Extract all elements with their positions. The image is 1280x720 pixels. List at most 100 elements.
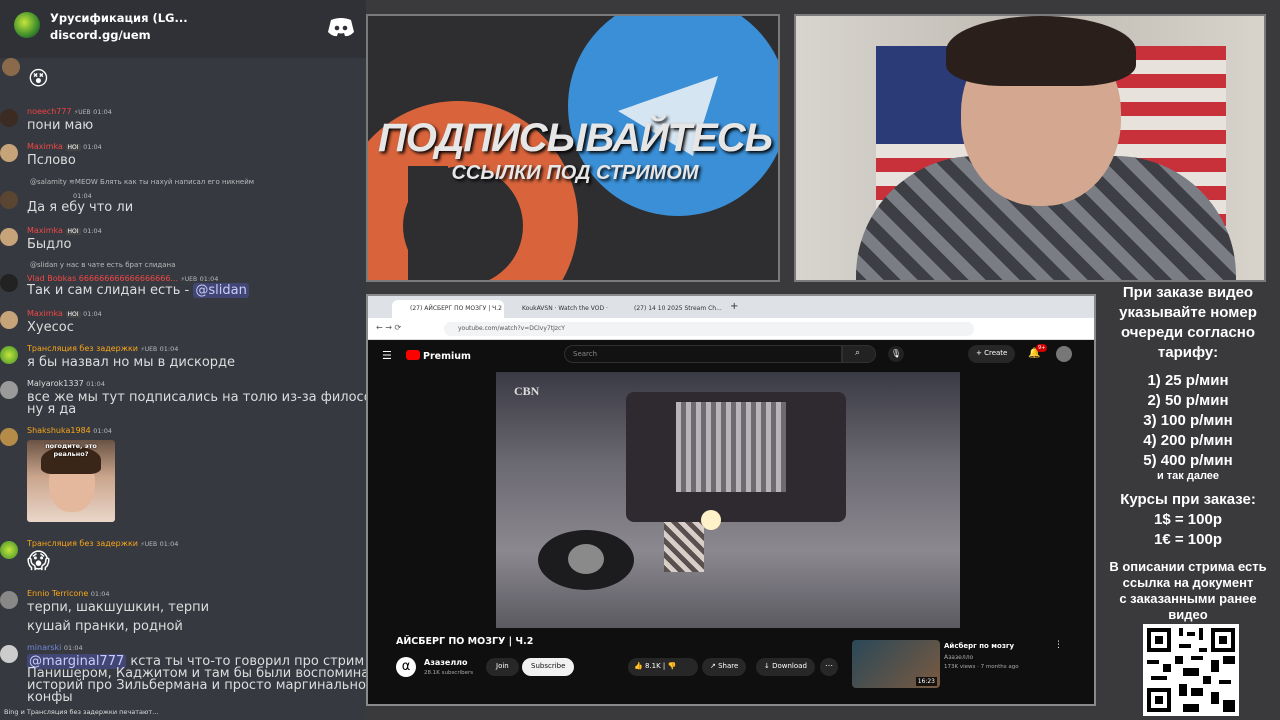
user-badge: ⚡UEB (180, 276, 198, 283)
browser-tab[interactable]: (27) 14 10 2025 Stream Ch... (616, 300, 728, 318)
download-label: Download (772, 662, 807, 670)
video-title: АЙСБЕРГ ПО МОЗГУ | Ч.2 (396, 636, 534, 647)
message-author: Ennio Terricone (27, 589, 89, 598)
account-avatar[interactable] (1056, 346, 1072, 362)
promo-title: ПОДПИСЫВАЙТЕСЬ (377, 116, 773, 160)
info-text: В описании стрима есть (1109, 559, 1267, 574)
message-text: Хуесос (27, 320, 74, 335)
tariff-item: 3) 100 р/мин (1143, 412, 1233, 429)
message-text: конфы (27, 690, 73, 705)
subscribe-button[interactable]: Subscribe (522, 658, 575, 676)
more-options-icon[interactable]: ⋮ (1054, 640, 1063, 650)
reply-preview: @slidan у нас в чате есть брат слидана (30, 261, 176, 269)
message-text: Так и сам слидан есть - (27, 283, 194, 298)
emoji-reaction: 😱 (27, 549, 50, 574)
message-text: ну я да (27, 402, 77, 417)
avatar (0, 191, 18, 209)
like-count: 8.1K (644, 662, 661, 670)
recommended-thumbnail[interactable]: 16:23 (852, 640, 940, 688)
avatar (0, 591, 18, 609)
user-badge: ⚡UEB (140, 346, 158, 353)
message-time: 01:04 (86, 380, 105, 388)
channel-avatar[interactable]: α (396, 657, 416, 677)
info-text: тарифу: (1157, 344, 1219, 361)
message-text: Пслово (27, 153, 76, 168)
video-watermark: CBN (514, 384, 540, 398)
recommended-title[interactable]: Айсберг по мозгу (944, 642, 1014, 650)
message-time: 01:04 (93, 427, 113, 435)
mechanic (664, 522, 704, 572)
meme-image[interactable]: погодите, это реально? (27, 440, 115, 522)
user-mention[interactable]: @slidan (193, 283, 249, 298)
search-button[interactable]: ⌕ (842, 345, 876, 363)
new-tab-button[interactable]: + (730, 301, 738, 312)
nav-arrows-icon[interactable]: ← → ⟳ (376, 323, 401, 332)
avatar (0, 109, 18, 127)
rates-title: Курсы при заказе: (1120, 491, 1256, 508)
user-badge: HOI (65, 144, 81, 151)
info-text: с заказанными ранее (1119, 591, 1257, 606)
info-text: видео (1168, 607, 1208, 622)
avatar (0, 228, 18, 246)
emoji-reaction: 😵 (28, 66, 49, 90)
avatar (0, 428, 18, 446)
avatar (0, 645, 18, 663)
video-player[interactable]: CBN (496, 372, 960, 628)
create-button[interactable]: + Create (968, 345, 1016, 363)
download-button[interactable]: ↓ Download (756, 658, 815, 676)
message-author: Maximka (27, 142, 63, 151)
user-badge: ⚡UEB (74, 109, 91, 116)
join-button[interactable]: Join (486, 658, 519, 676)
server-invite: discord.gg/uem (50, 28, 151, 42)
youtube-premium-logo[interactable]: Premium (423, 351, 471, 362)
tab-strip: (27) АЙСБЕРГ ПО МОЗГУ | Ч.2 KoukAVSN · W… (368, 296, 1094, 318)
share-button[interactable]: ↗ Share (702, 658, 747, 676)
info-text: очереди согласно (1120, 324, 1256, 341)
tariff-item: 5) 400 р/мин (1143, 452, 1233, 469)
browser-tab[interactable]: KoukAVSN · Watch the VOD · (504, 300, 616, 318)
address-bar[interactable]: youtube.com/watch?v=DCIvy7tJzcY (444, 322, 974, 336)
promo-subtitle: ССЫЛКИ ПОД СТРИМОМ (451, 162, 699, 184)
user-badge: HOI (65, 228, 81, 235)
create-label: Create (984, 349, 1008, 357)
info-text: ссылка на документ (1122, 575, 1254, 590)
browser-tab[interactable]: (27) АЙСБЕРГ ПО МОЗГУ | Ч.2 (392, 300, 504, 318)
menu-icon[interactable]: ☰ (382, 349, 392, 362)
message-author: minarski (27, 643, 62, 652)
message-author: Трансляция без задержки (27, 344, 138, 353)
share-label: Share (718, 662, 739, 670)
message-time: 01:04 (73, 192, 92, 200)
message-text: историй про Зильбермана и просто маргина… (27, 678, 366, 693)
like-button[interactable]: 👍 8.1K | 👎 (628, 658, 698, 676)
qr-code (1143, 624, 1239, 716)
tariff-item: 4) 200 р/мин (1143, 432, 1233, 449)
search-icon: ⌕ (855, 348, 861, 358)
image-caption: погодите, это реально? (45, 442, 97, 458)
message-author: Трансляция без задержки (27, 539, 138, 548)
message-text: терпи, шакшушкин, терпи (27, 600, 210, 615)
message-text: я бы назвал но мы в дискорде (27, 355, 236, 370)
discord-logo-icon (328, 18, 354, 37)
channel-name[interactable]: Азазелло (424, 658, 468, 667)
more-actions-button[interactable]: ⋯ (820, 658, 838, 676)
youtube-logo-icon[interactable] (406, 350, 420, 360)
message-time: 01:04 (159, 345, 179, 353)
info-text: указывайте номер (1119, 304, 1257, 321)
message-author: Shakshuka1984 (27, 426, 91, 435)
webcam-feed (794, 14, 1266, 282)
server-avatar (14, 12, 40, 38)
user-badge: HOI (65, 311, 81, 318)
avatar (0, 311, 18, 329)
tariff-item: 1) 25 р/мин (1147, 372, 1229, 389)
search-input[interactable]: Search (564, 345, 842, 363)
avatar (0, 144, 18, 162)
message-time: 01:04 (93, 108, 112, 116)
discord-chat-overlay: Урусификация (LG... discord.gg/uem 😵 noe… (0, 0, 366, 720)
truck-grille (676, 402, 786, 492)
recommended-channel: Азазелло (944, 654, 974, 661)
info-text: При заказе видео (1122, 284, 1254, 301)
mic-icon[interactable]: 🎙 (888, 346, 904, 362)
server-name: Урусификация (LG... (50, 11, 188, 25)
message-time: 01:04 (199, 275, 219, 283)
tariff-note: и так далее (1156, 470, 1220, 482)
